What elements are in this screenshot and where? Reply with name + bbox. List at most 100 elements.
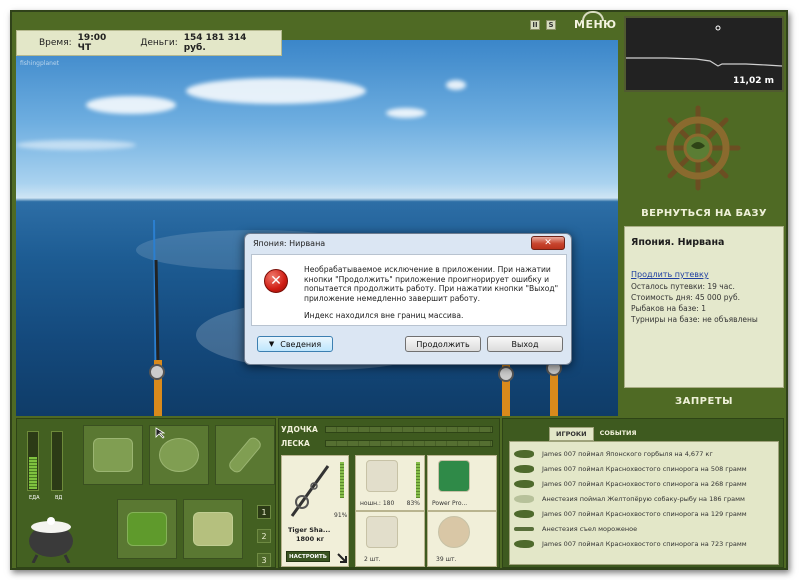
events-panel: ИГРОКИ СОБЫТИЯ James 007 поймал Японског… bbox=[502, 418, 784, 568]
list-item: James 007 поймал Краснохвостого спинорог… bbox=[514, 476, 774, 491]
food-meter-fill bbox=[29, 457, 37, 489]
tab-players[interactable]: ИГРОКИ bbox=[549, 427, 594, 441]
tackle-panel: УДОЧКА ЛЕСКА 91% Tiger Sha... 1800 кг НА… bbox=[278, 418, 500, 568]
reel-condition: 83% bbox=[406, 500, 420, 507]
food-meter bbox=[27, 431, 39, 491]
expand-arrow-icon[interactable] bbox=[336, 552, 348, 564]
reel-icon bbox=[366, 460, 398, 492]
reel-caption: ношн.: 180 bbox=[360, 500, 395, 507]
close-button[interactable]: ✕ bbox=[531, 236, 565, 250]
event-text: James 007 поймал Краснохвостого спинорог… bbox=[542, 464, 747, 473]
page-button-1[interactable]: 1 bbox=[257, 505, 271, 519]
list-item: James 007 поймал Японского горбыля на 4,… bbox=[514, 446, 774, 461]
anglers-count: Рыбаков на базе: 1 bbox=[631, 304, 706, 313]
pause-button[interactable]: II bbox=[530, 19, 540, 30]
error-detail: Индекс находился вне границ массива. bbox=[304, 311, 464, 320]
basket-slot[interactable] bbox=[117, 499, 177, 559]
rod-slot[interactable]: 91% Tiger Sha... 1800 кг НАСТРОИТЬ bbox=[281, 455, 349, 567]
menu-button[interactable]: МЕНЮ bbox=[574, 11, 617, 31]
food-label: ЕДА bbox=[29, 495, 40, 501]
fish-icon bbox=[514, 479, 534, 488]
tournaments-info: Турниры на базе: не объявлены bbox=[631, 315, 758, 324]
sound-button[interactable]: S bbox=[546, 19, 556, 30]
tackle-box-icon bbox=[93, 438, 133, 472]
depth-value: 11,02 m bbox=[733, 76, 774, 86]
time-label: Время: bbox=[39, 38, 72, 48]
bait-slot[interactable]: 39 шт. bbox=[427, 511, 497, 567]
event-list[interactable]: James 007 поймал Японского горбыля на 4,… bbox=[509, 441, 779, 565]
drink-meter bbox=[51, 431, 63, 491]
tab-events[interactable]: СОБЫТИЯ bbox=[594, 427, 643, 441]
error-dialog: Япония: Нирвана ✕ ✕ Необрабатываемое иск… bbox=[244, 233, 572, 365]
return-to-base-button[interactable]: ВЕРНУТЬСЯ НА БАЗУ bbox=[624, 208, 784, 219]
page-button-3[interactable]: 3 bbox=[257, 553, 271, 567]
dialog-body: ✕ Необрабатываемое исключение в приложен… bbox=[251, 254, 567, 326]
time-value: 19:00 ЧТ bbox=[77, 33, 107, 53]
exit-button[interactable]: Выход bbox=[487, 336, 563, 352]
rod-3[interactable] bbox=[546, 356, 562, 416]
day-cost: Стоимость дня: 45 000 руб. bbox=[631, 293, 740, 302]
money-value: 154 181 314 руб. bbox=[183, 33, 247, 53]
line-slot[interactable]: Power Pro... bbox=[427, 455, 497, 511]
event-text: Анестезия поймал Желтопёрую собаку-рыбу … bbox=[542, 494, 745, 503]
list-item: Анестезия съел мороженое bbox=[514, 521, 774, 536]
extend-permit-link[interactable]: Продлить путевку bbox=[631, 270, 777, 279]
cauldron-icon[interactable] bbox=[23, 511, 79, 563]
hook-icon bbox=[366, 516, 398, 548]
line-caption: Power Pro... bbox=[432, 500, 468, 507]
line-bar-label: ЛЕСКА bbox=[281, 439, 310, 448]
details-button[interactable]: ▼ Сведения bbox=[257, 336, 333, 352]
rod-name: Tiger Sha... bbox=[288, 526, 331, 534]
event-text: James 007 поймал Краснохвостого спинорог… bbox=[542, 539, 747, 548]
rod-max-weight: 1800 кг bbox=[296, 535, 325, 543]
events-tabs: ИГРОКИ СОБЫТИЯ bbox=[549, 427, 643, 441]
bag-icon bbox=[159, 438, 199, 472]
gear-icon bbox=[582, 11, 604, 21]
list-item: James 007 поймал Краснохвостого спинорог… bbox=[514, 506, 774, 521]
tackle-box-slot[interactable] bbox=[83, 425, 143, 485]
list-item: James 007 поймал Краснохвостого спинорог… bbox=[514, 536, 774, 551]
fish-icon bbox=[514, 539, 534, 548]
continue-button[interactable]: Продолжить bbox=[405, 336, 481, 352]
landing-net-icon bbox=[226, 435, 264, 475]
fish-icon bbox=[514, 464, 534, 473]
rod-tension-bar bbox=[325, 426, 493, 433]
event-text: James 007 поймал Краснохвостого спинорог… bbox=[542, 479, 747, 488]
fish-icon bbox=[514, 494, 534, 503]
watermark: fishingplanet bbox=[20, 60, 59, 67]
event-text: Анестезия съел мороженое bbox=[542, 524, 638, 533]
lake-info-panel: Япония. Нирвана Продлить путевку Осталос… bbox=[624, 226, 784, 388]
list-item: James 007 поймал Краснохвостого спинорог… bbox=[514, 461, 774, 476]
rod-bar-label: УДОЧКА bbox=[281, 425, 318, 434]
hook-slot[interactable]: 2 шт. bbox=[355, 511, 425, 567]
net-slot[interactable] bbox=[215, 425, 275, 485]
configure-button[interactable]: НАСТРОИТЬ bbox=[286, 551, 330, 562]
details-label: Сведения bbox=[280, 339, 322, 349]
bucket-slot[interactable] bbox=[183, 499, 243, 559]
rod-condition: 91% bbox=[334, 512, 348, 519]
fish-icon bbox=[514, 509, 534, 518]
hook-caption: 2 шт. bbox=[364, 556, 381, 563]
reel-slot[interactable]: ношн.: 180 83% bbox=[355, 455, 425, 511]
money-label: Деньги: bbox=[140, 38, 178, 48]
event-text: James 007 поймал Краснохвостого спинорог… bbox=[542, 509, 747, 518]
game-window: Время: 19:00 ЧТ Деньги: 154 181 314 руб.… bbox=[10, 10, 788, 570]
rod-reel-icon bbox=[290, 465, 330, 517]
rod-1[interactable] bbox=[149, 219, 165, 416]
permit-remaining: Осталось путевки: 19 час. bbox=[631, 282, 735, 291]
fish-icon bbox=[514, 449, 534, 458]
bucket-icon bbox=[193, 512, 233, 546]
page-button-2[interactable]: 2 bbox=[257, 529, 271, 543]
line-spool-icon bbox=[438, 460, 470, 492]
ship-wheel-icon[interactable] bbox=[654, 104, 742, 192]
event-text: James 007 поймал Японского горбыля на 4,… bbox=[542, 449, 713, 458]
ice-cream-icon bbox=[514, 526, 534, 531]
vegetable-basket-icon bbox=[127, 512, 167, 546]
rod-2[interactable] bbox=[498, 364, 514, 416]
cursor-arrow-icon bbox=[155, 427, 165, 439]
float-marker-icon bbox=[715, 25, 721, 31]
depth-chart: 11,02 m bbox=[624, 16, 784, 92]
status-bar: Время: 19:00 ЧТ Деньги: 154 181 314 руб. bbox=[16, 30, 282, 56]
bans-button[interactable]: ЗАПРЕТЫ bbox=[624, 396, 784, 407]
reel-condition-meter bbox=[416, 462, 420, 498]
